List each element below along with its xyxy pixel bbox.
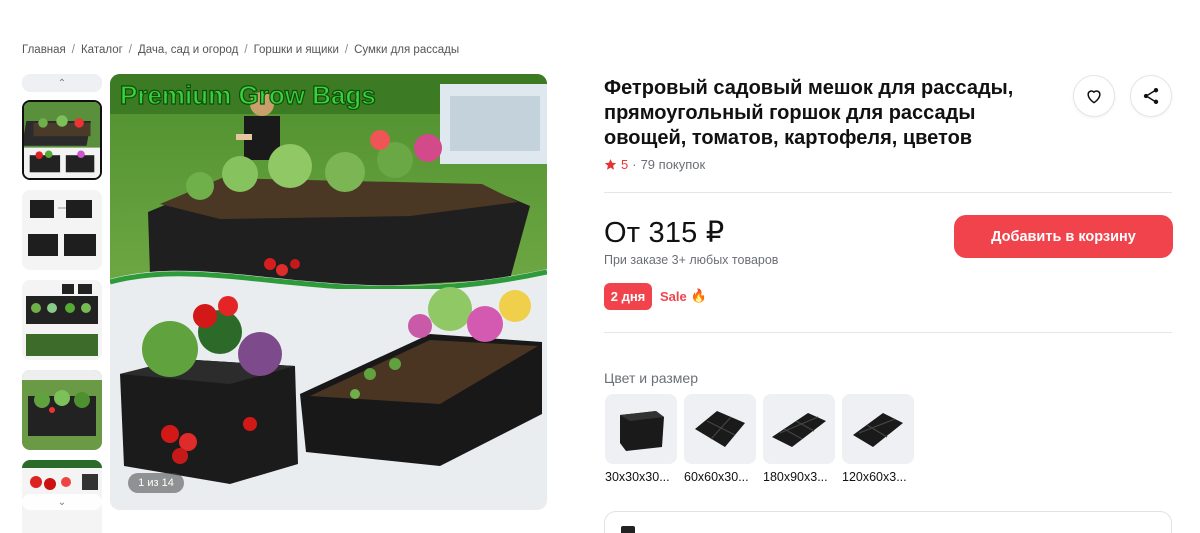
chevron-up-icon: ⌃ [57, 77, 67, 89]
chevron-down-icon: ⌄ [57, 496, 67, 508]
main-product-image[interactable]: Premium Grow Bags [110, 74, 547, 510]
thumbnail-list: ⌃ ⌄ [22, 74, 102, 533]
breadcrumb-pots[interactable]: Горшки и ящики [254, 44, 339, 56]
box-icon [621, 526, 635, 533]
breadcrumb-catalog[interactable]: Каталог [81, 44, 123, 56]
price: От 315 ₽ [604, 217, 725, 249]
breadcrumb-separator: / [344, 44, 349, 56]
planter-icon [695, 411, 745, 447]
info-card[interactable] [604, 511, 1172, 533]
divider [604, 332, 1172, 333]
rating-separator: · [632, 157, 637, 172]
purchase-count: 79 покупок [640, 157, 706, 172]
thumbnail-image [22, 280, 102, 360]
planter-icon [620, 411, 664, 451]
variant-label: 180x90x3... [763, 470, 828, 484]
thumbnail-1[interactable] [22, 100, 102, 180]
variant-option[interactable]: 180x90x3... [763, 394, 835, 484]
image-counter: 1 из 14 [128, 473, 184, 493]
variant-section-label: Цвет и размер [604, 370, 699, 386]
thumbnails-scroll-up-button[interactable]: ⌃ [22, 74, 102, 92]
star-icon [604, 159, 617, 170]
product-photo: Premium Grow Bags [110, 74, 547, 510]
variant-option[interactable]: 60x60x30... [684, 394, 756, 484]
breadcrumb: Главная / Каталог / Дача, сад и огород /… [22, 44, 459, 56]
sale-label: Sale 🔥 [660, 288, 707, 304]
variant-label: 60x60x30... [684, 470, 749, 484]
thumbnails-scroll-down-button[interactable]: ⌄ [22, 494, 102, 510]
thumbnail-image [24, 102, 100, 178]
heart-icon [1087, 90, 1101, 104]
add-to-cart-button[interactable]: Добавить в корзину [954, 215, 1173, 258]
price-note: При заказе 3+ любых товаров [604, 253, 779, 267]
breadcrumb-home[interactable]: Главная [22, 44, 66, 56]
delivery-days-badge: 2 дня [604, 283, 652, 310]
fire-icon: 🔥 [690, 288, 707, 303]
sale-text: Sale [660, 288, 687, 304]
variant-label: 120x60x3... [842, 470, 907, 484]
variant-label: 30x30x30... [605, 470, 670, 484]
thumbnail-image [22, 190, 102, 270]
thumbnail-4[interactable] [22, 370, 102, 450]
variant-image [605, 394, 677, 464]
breadcrumb-separator: / [71, 44, 75, 56]
thumbnail-image [22, 370, 102, 450]
breadcrumb-seedling-bags[interactable]: Сумки для рассады [354, 44, 459, 56]
favorite-button[interactable] [1073, 75, 1115, 117]
variant-image [842, 394, 914, 464]
thumbnail-3[interactable] [22, 280, 102, 360]
rating-summary[interactable]: 5 · 79 покупок [604, 157, 705, 172]
planter-icon [772, 413, 826, 447]
variant-image [763, 394, 835, 464]
breadcrumb-separator: / [128, 44, 132, 56]
breadcrumb-separator: / [244, 44, 248, 56]
share-button[interactable] [1130, 75, 1172, 117]
planter-icon [853, 413, 903, 447]
product-title: Фетровый садовый мешок для рассады, прям… [604, 77, 1014, 149]
breadcrumb-garden[interactable]: Дача, сад и огород [138, 44, 238, 56]
rating-score: 5 [621, 157, 629, 172]
divider [604, 192, 1172, 193]
banner-text: Premium Grow Bags [120, 80, 376, 110]
variant-option[interactable]: 120x60x3... [842, 394, 914, 484]
share-icon [1143, 88, 1159, 104]
variant-option[interactable]: 30x30x30... [605, 394, 677, 484]
thumbnail-2[interactable] [22, 190, 102, 270]
variant-image [684, 394, 756, 464]
